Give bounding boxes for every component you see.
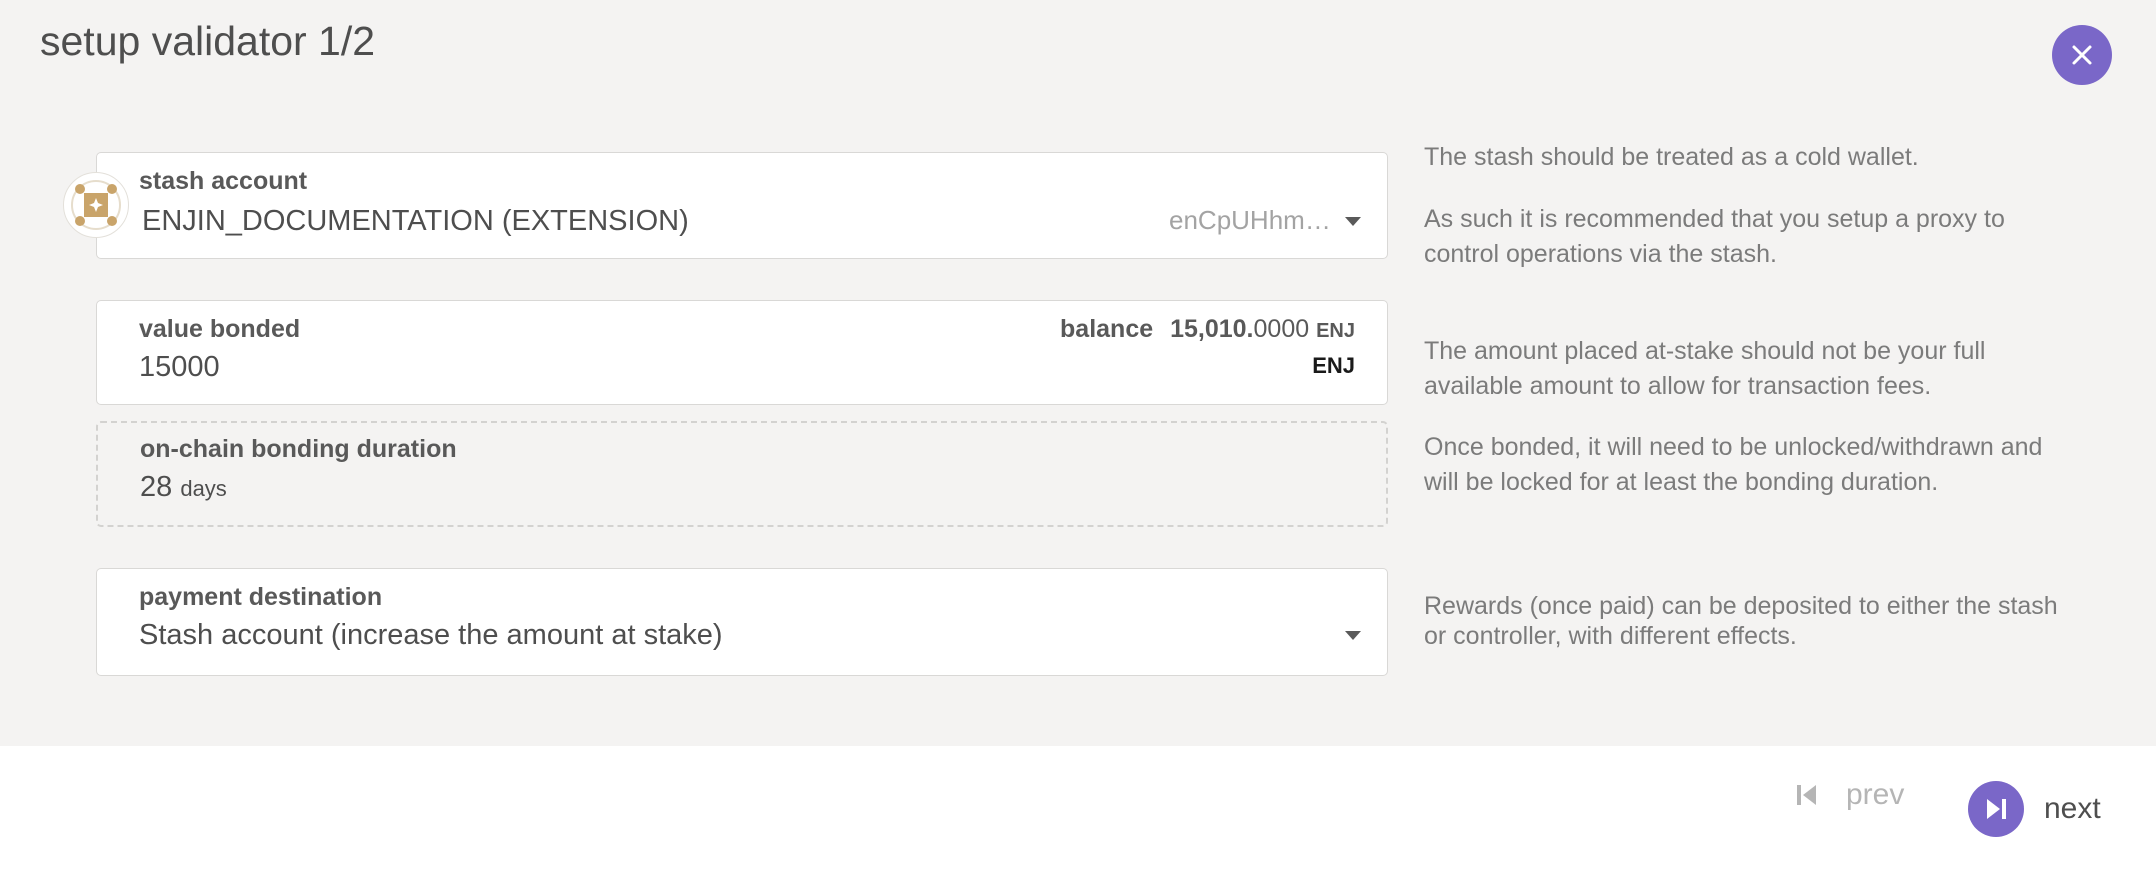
chevron-down-icon bbox=[1345, 631, 1361, 640]
bond-hint-b: available amount to allow for transactio… bbox=[1424, 372, 1932, 400]
stash-account-select[interactable]: stash account ENJIN_DOCUMENTATION (EXTEN… bbox=[96, 152, 1388, 259]
prev-label: prev bbox=[1846, 778, 1905, 811]
close-icon bbox=[2072, 45, 2092, 65]
next-label: next bbox=[2044, 792, 2101, 825]
bonding-duration-number: 28 bbox=[140, 471, 173, 503]
chevron-down-icon bbox=[1345, 217, 1361, 226]
value-bonded-label: value bonded bbox=[139, 315, 301, 343]
value-bonded-input[interactable]: 15000 bbox=[139, 351, 220, 384]
stash-hint-2a: As such it is recommended that you setup… bbox=[1424, 205, 2005, 233]
stash-hint-2b: control operations via the stash. bbox=[1424, 240, 1777, 268]
next-icon-circle bbox=[1968, 781, 2024, 837]
bonding-duration-unit: days bbox=[180, 476, 227, 501]
next-button[interactable]: next bbox=[1968, 781, 2101, 837]
avatar bbox=[63, 172, 129, 238]
payment-destination-select[interactable]: payment destination Stash account (incre… bbox=[96, 568, 1388, 676]
duration-hint-a: Once bonded, it will need to be unlocked… bbox=[1424, 433, 2043, 461]
payment-destination-label: payment destination bbox=[139, 583, 383, 611]
identicon-avatar-icon bbox=[71, 180, 121, 230]
close-button[interactable] bbox=[2052, 25, 2112, 85]
stash-account-name: ENJIN_DOCUMENTATION (EXTENSION) bbox=[142, 205, 689, 237]
value-bonded-unit: ENJ bbox=[1312, 353, 1355, 378]
balance-readout: balance 15,010.0000 ENJ bbox=[1060, 315, 1355, 344]
value-bonded-field: value bonded 15000 balance 15,010.0000 E… bbox=[96, 300, 1388, 405]
balance-dec: 0000 bbox=[1253, 315, 1310, 343]
balance-label: balance bbox=[1060, 315, 1154, 343]
skip-back-icon bbox=[1797, 785, 1816, 805]
balance-unit: ENJ bbox=[1316, 320, 1355, 342]
duration-hint-b: will be locked for at least the bonding … bbox=[1424, 468, 1939, 496]
payment-hint-b: or controller, with different effects. bbox=[1424, 622, 1797, 650]
modal-title: setup validator 1/2 bbox=[40, 18, 376, 64]
skip-forward-icon bbox=[1987, 799, 2006, 819]
bond-hint-a: The amount placed at-stake should not be… bbox=[1424, 337, 1986, 365]
stash-hint-1: The stash should be treated as a cold wa… bbox=[1424, 143, 1919, 171]
payment-destination-value: Stash account (increase the amount at st… bbox=[139, 619, 723, 651]
prev-button[interactable]: prev bbox=[1796, 778, 1904, 812]
balance-int: 15,010. bbox=[1170, 315, 1254, 343]
bonding-duration-label: on-chain bonding duration bbox=[140, 435, 457, 463]
stash-account-label: stash account bbox=[139, 167, 308, 195]
stash-account-address: enCpUHhm… bbox=[1169, 205, 1331, 235]
payment-hint-a: Rewards (once paid) can be deposited to … bbox=[1424, 592, 2058, 620]
bonding-duration-field: on-chain bonding duration 28 days bbox=[96, 421, 1388, 527]
bonding-duration-value: 28 days bbox=[140, 471, 227, 504]
